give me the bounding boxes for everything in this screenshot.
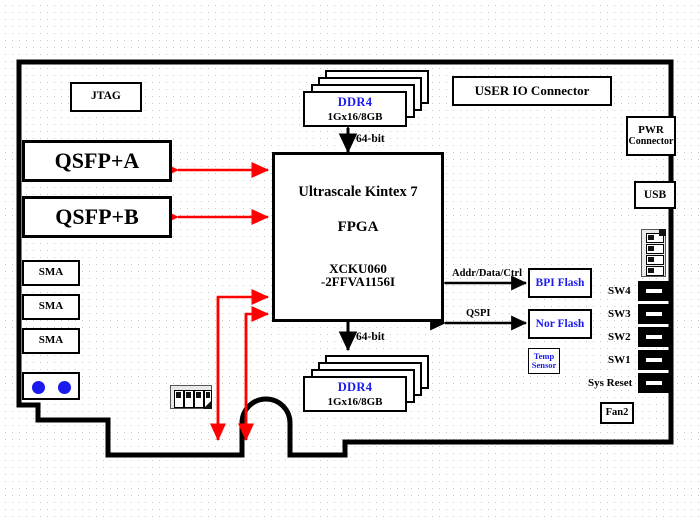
ddr4-bottom-module: DDR4 1Gx16/8GB bbox=[303, 376, 407, 412]
qsfp-a-label: QSFP+A bbox=[54, 148, 140, 174]
fan2-connector: Fan2 bbox=[600, 402, 634, 424]
button-sw3-label: SW3 bbox=[608, 308, 631, 320]
ddr4-bottom-bus-label: 64-bit bbox=[356, 331, 385, 343]
sma-connector-3: SMA bbox=[22, 328, 80, 354]
led-indicator-block bbox=[22, 372, 80, 400]
fpga-part-number: XCKU060 bbox=[329, 260, 387, 276]
fpga-part-suffix: -2FFVA1156I bbox=[320, 274, 396, 290]
fan2-label: Fan2 bbox=[605, 407, 629, 419]
temp-sensor-block: Temp Sensor bbox=[528, 348, 560, 374]
sma-connector-1: SMA bbox=[22, 260, 80, 286]
button-sys-reset[interactable] bbox=[638, 373, 670, 393]
board-diagram-canvas: Ultrascale Kintex 7 FPGA XCKU060 -2FFVA1… bbox=[0, 0, 700, 520]
jtag-label: JTAG bbox=[91, 90, 121, 102]
led-blue-1 bbox=[32, 381, 45, 394]
ddr4-top-name: DDR4 bbox=[337, 95, 373, 109]
qsfp-a-connector: QSFP+A bbox=[22, 140, 172, 182]
nor-bus-label: QSPI bbox=[466, 308, 491, 319]
bpi-flash-label: BPI Flash bbox=[535, 276, 585, 289]
ddr4-top-stack: DDR4 1Gx16/8GB bbox=[303, 70, 429, 128]
ddr4-bottom-stack: DDR4 1Gx16/8GB bbox=[303, 355, 429, 413]
fpga-block: Ultrascale Kintex 7 FPGA XCKU060 -2FFVA1… bbox=[272, 152, 444, 322]
bpi-flash-block: BPI Flash bbox=[528, 268, 592, 298]
qsfp-b-label: QSFP+B bbox=[55, 204, 139, 230]
ddr4-bottom-name: DDR4 bbox=[337, 380, 373, 394]
dip-switch-vertical[interactable] bbox=[641, 229, 666, 277]
ddr4-top-spec: 1Gx16/8GB bbox=[327, 111, 383, 123]
button-sw3[interactable] bbox=[638, 304, 670, 324]
temp-sensor-label-line2: Sensor bbox=[531, 360, 557, 370]
power-connector-label-line1: PWR bbox=[638, 123, 664, 136]
qsfp-b-connector: QSFP+B bbox=[22, 196, 172, 238]
button-sw4[interactable] bbox=[638, 281, 670, 301]
dip-switch-horizontal[interactable] bbox=[170, 385, 212, 409]
usb-label: USB bbox=[643, 188, 667, 201]
power-connector-label-line2: Connector bbox=[628, 135, 674, 147]
ddr4-bottom-spec: 1Gx16/8GB bbox=[327, 396, 383, 408]
sma-label-3: SMA bbox=[38, 334, 64, 347]
sma-label-1: SMA bbox=[38, 266, 64, 279]
nor-flash-block: Nor Flash bbox=[528, 309, 592, 339]
button-sw4-label: SW4 bbox=[608, 285, 631, 297]
button-sys-reset-label: Sys Reset bbox=[588, 377, 633, 389]
ddr4-top-bus-label: 64-bit bbox=[356, 133, 385, 145]
button-sw1-label: SW1 bbox=[608, 354, 631, 366]
user-io-label: USER IO Connector bbox=[474, 83, 590, 99]
button-sw1[interactable] bbox=[638, 350, 670, 370]
user-io-connector: USER IO Connector bbox=[452, 76, 612, 106]
sma-connector-2: SMA bbox=[22, 294, 80, 320]
ddr4-top-module: DDR4 1Gx16/8GB bbox=[303, 91, 407, 127]
nor-flash-label: Nor Flash bbox=[535, 317, 585, 330]
fpga-type-label: FPGA bbox=[337, 219, 379, 236]
power-connector: PWR Connector bbox=[626, 116, 676, 156]
button-sw2-label: SW2 bbox=[608, 331, 631, 343]
fpga-family-label: Ultrascale Kintex 7 bbox=[298, 183, 418, 200]
button-sw2[interactable] bbox=[638, 327, 670, 347]
led-blue-2 bbox=[58, 381, 71, 394]
sma-label-2: SMA bbox=[38, 300, 64, 313]
bpi-bus-label: Addr/Data/Ctrl bbox=[452, 268, 522, 279]
usb-connector: USB bbox=[634, 181, 676, 209]
